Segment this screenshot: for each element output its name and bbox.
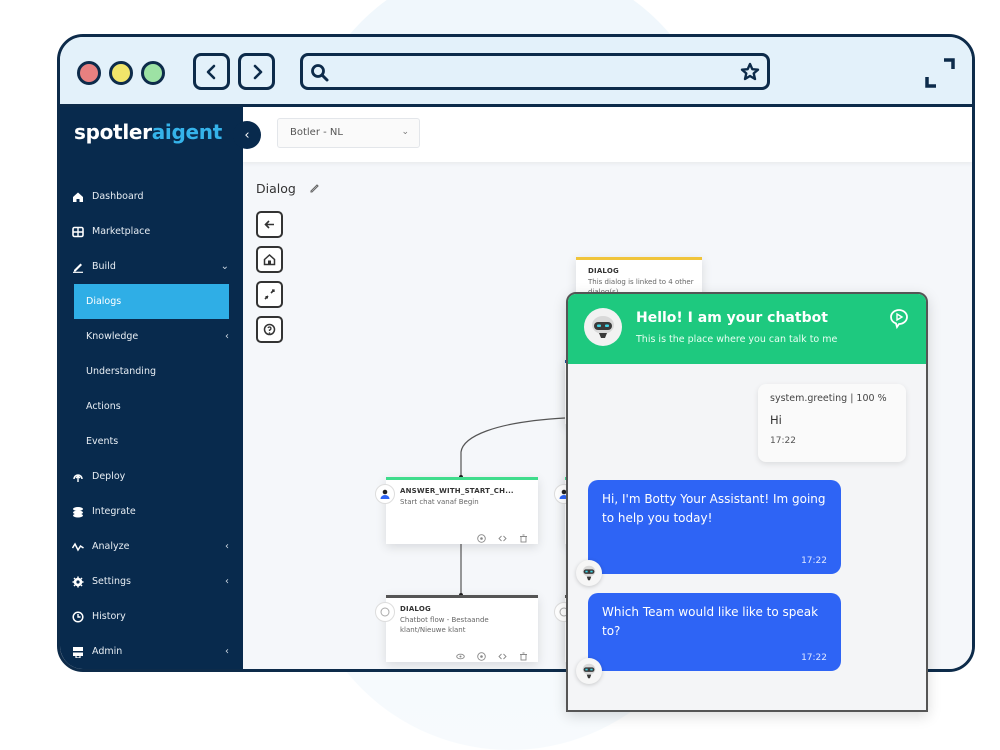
node-description: Start chat vanaf Begin (400, 498, 479, 506)
robot-icon (592, 316, 614, 338)
sidebar-item-label: Settings (92, 576, 131, 587)
sidebar-item-actions[interactable]: Actions (60, 389, 243, 424)
message-time: 17:22 (770, 436, 796, 446)
flow-node-answer[interactable]: ANSWER_WITH_START_CH... Start chat vanaf… (375, 477, 538, 544)
message-time: 17:22 (801, 653, 827, 663)
chevron-left-icon: ‹ (244, 127, 250, 143)
sidebar-item-settings[interactable]: Settings ‹ (60, 564, 243, 599)
node-type: DIALOG (400, 605, 431, 613)
chevron-left-icon: ‹ (225, 576, 229, 587)
close-window-button[interactable] (77, 61, 101, 85)
address-bar[interactable] (300, 53, 770, 90)
sidebar-item-label: Understanding (86, 366, 156, 377)
sidebar-item-label: Actions (86, 401, 121, 412)
play-icon[interactable] (477, 528, 486, 543)
admin-icon (72, 646, 84, 658)
pulse-icon (72, 541, 84, 553)
chevron-left-icon (206, 64, 215, 79)
dialog-avatar-icon (375, 602, 395, 622)
grid-icon (72, 226, 84, 238)
sidebar-item-label: History (92, 611, 126, 622)
chevron-left-icon: ‹ (225, 646, 229, 657)
sidebar-item-label: Admin (92, 646, 123, 657)
user-message: system.greeting | 100 % Hi 17:22 (758, 384, 906, 462)
message-text: Which Team would like like to speak to? (602, 605, 819, 638)
logo: spotleraigent (74, 120, 222, 144)
message-text: Hi (770, 413, 782, 427)
message-text: Hi, I'm Botty Your Assistant! Im going t… (602, 492, 826, 525)
node-actions (456, 646, 528, 661)
sidebar-item-label: Marketplace (92, 226, 151, 237)
chevron-left-icon: ‹ (225, 541, 229, 552)
robot-icon (582, 565, 596, 581)
bot-message: Hi, I'm Botty Your Assistant! Im going t… (588, 480, 841, 574)
home-icon (72, 191, 84, 203)
layers-icon (72, 506, 84, 518)
eye-icon[interactable] (456, 646, 465, 660)
chat-widget: Hello! I am your chatbot This is the pla… (566, 292, 928, 712)
sidebar-item-label: Knowledge (86, 331, 139, 342)
chat-header: Hello! I am your chatbot This is the pla… (568, 294, 926, 364)
node-actions (477, 528, 528, 543)
sidebar-item-dashboard[interactable]: Dashboard (60, 179, 243, 214)
sidebar-item-label: Build (92, 261, 116, 272)
sidebar-item-build[interactable]: Build ⌄ (60, 249, 243, 284)
chevron-right-icon (253, 64, 262, 79)
intent-label: system.greeting | 100 % (770, 393, 887, 404)
collapse-sidebar-button[interactable]: ‹ (233, 121, 261, 149)
sidebar-item-analyze[interactable]: Analyze ‹ (60, 529, 243, 564)
link-icon[interactable] (498, 528, 507, 542)
sidebar-item-knowledge[interactable]: Knowledge ‹ (60, 319, 243, 354)
gear-icon (72, 576, 84, 588)
chevron-left-icon: ‹ (225, 331, 229, 342)
flow-edge (460, 417, 566, 477)
search-icon (311, 64, 329, 82)
chat-subtitle: This is the place where you can talk to … (636, 334, 838, 345)
sidebar-item-dialogs[interactable]: Dialogs (74, 284, 229, 319)
sidebar-item-label: Events (86, 436, 119, 447)
node-description: Chatbot flow - Bestaande klant/Nieuwe kl… (400, 616, 489, 634)
bookmark-star-icon[interactable] (739, 61, 761, 83)
node-type: DIALOG (588, 267, 619, 275)
bot-message: Which Team would like like to speak to? … (588, 593, 841, 671)
sidebar-item-integrate[interactable]: Integrate (60, 494, 243, 529)
chat-title: Hello! I am your chatbot (636, 310, 828, 326)
chat-bubble-icon[interactable] (888, 307, 910, 329)
flow-node-dialog[interactable]: DIALOG Chatbot flow - Bestaande klant/Ni… (375, 595, 538, 662)
sidebar: spotleraigent Dashboard Marketplace Buil… (60, 107, 243, 669)
link-icon[interactable] (498, 646, 507, 660)
delete-icon[interactable] (519, 528, 528, 543)
chevron-down-icon: ⌄ (220, 261, 229, 272)
sidebar-item-label: Dialogs (86, 296, 122, 307)
play-icon[interactable] (477, 646, 486, 661)
delete-icon[interactable] (519, 646, 528, 661)
clock-icon (72, 610, 84, 623)
browser-titlebar (60, 37, 972, 107)
cloud-upload-icon (72, 471, 84, 483)
sidebar-item-label: Deploy (92, 471, 126, 482)
sidebar-nav: Dashboard Marketplace Build ⌄ Dialogs Kn… (60, 179, 243, 669)
pencil-icon (72, 261, 84, 273)
sidebar-item-history[interactable]: History (60, 599, 243, 634)
node-type: ANSWER_WITH_START_CH... (400, 487, 514, 495)
bot-avatar (584, 308, 622, 346)
sidebar-item-label: Analyze (92, 541, 130, 552)
sidebar-item-understanding[interactable]: Understanding (60, 354, 243, 389)
message-time: 17:22 (801, 556, 827, 566)
sidebar-item-deploy[interactable]: Deploy (60, 459, 243, 494)
forward-button[interactable] (238, 53, 275, 90)
sidebar-item-admin[interactable]: Admin ‹ (60, 634, 243, 669)
maximize-window-button[interactable] (141, 61, 165, 85)
bot-avatar (576, 560, 602, 586)
bot-avatar (576, 658, 602, 684)
sidebar-item-label: Integrate (92, 506, 136, 517)
back-button[interactable] (193, 53, 230, 90)
sidebar-item-marketplace[interactable]: Marketplace (60, 214, 243, 249)
minimize-window-button[interactable] (109, 61, 133, 85)
robot-icon (582, 663, 596, 679)
sidebar-item-events[interactable]: Events (60, 424, 243, 459)
sidebar-item-label: Dashboard (92, 191, 144, 202)
answer-avatar-icon (375, 484, 395, 504)
fullscreen-icon[interactable] (922, 55, 958, 91)
